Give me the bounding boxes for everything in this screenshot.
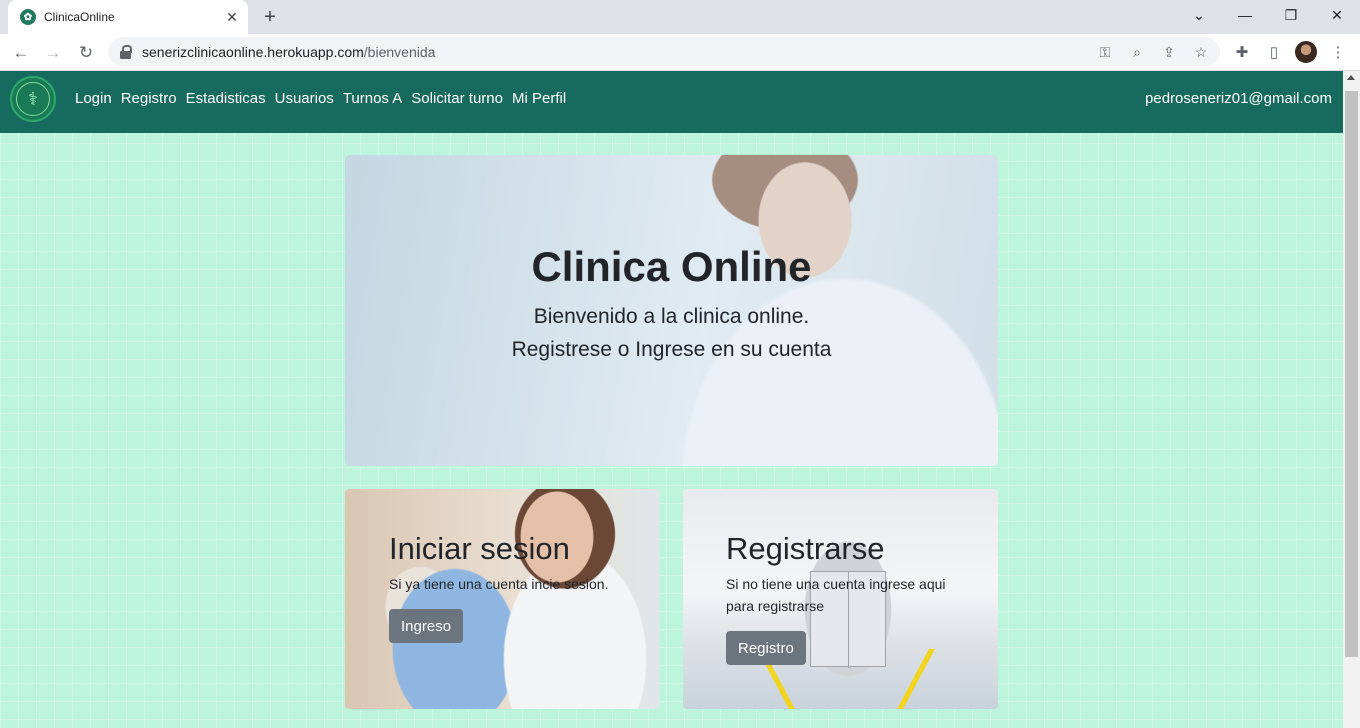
tab-search-icon[interactable]: ⌄	[1176, 0, 1222, 30]
zoom-icon[interactable]: ⌕	[1128, 43, 1146, 61]
share-icon[interactable]: ⇪	[1160, 43, 1178, 61]
vertical-scrollbar[interactable]	[1343, 71, 1360, 728]
lock-icon[interactable]	[120, 45, 132, 59]
close-window-icon[interactable]: ✕	[1314, 0, 1360, 30]
extensions-icon[interactable]: ✚	[1232, 42, 1252, 62]
login-card: Iniciar sesion Si ya tiene una cuenta in…	[345, 489, 660, 709]
new-tab-icon[interactable]: +	[258, 6, 282, 28]
clinic-logo[interactable]: ⚕	[10, 76, 56, 122]
register-card: Registrarse Si no tiene una cuenta ingre…	[683, 489, 998, 709]
address-bar[interactable]: senerizclinicaonline.herokuapp.com/bienv…	[108, 37, 1220, 67]
login-card-title: Iniciar sesion	[389, 531, 570, 566]
reload-icon[interactable]: ↻	[72, 39, 100, 67]
hero-banner: Clinica Online Bienvenido a la clinica o…	[345, 155, 998, 466]
tab-title: ClinicaOnline	[44, 10, 115, 24]
nav-links: Login Registro Estadisticas Usuarios Tur…	[75, 90, 575, 107]
side-panel-icon[interactable]: ▯	[1264, 42, 1284, 62]
nav-link-registro[interactable]: Registro	[121, 90, 177, 107]
login-card-text: Si ya tiene una cuenta incie sesion.	[389, 576, 609, 592]
restore-icon[interactable]: ❐	[1268, 0, 1314, 30]
scroll-thumb[interactable]	[1345, 91, 1358, 657]
nav-link-mi-perfil[interactable]: Mi Perfil	[512, 90, 566, 107]
hero-lead-line2: Registrese o Ingrese en su cuenta	[511, 338, 832, 361]
user-email[interactable]: pedroseneriz01@gmail.com	[1145, 90, 1332, 107]
floor-line	[897, 649, 935, 709]
nav-link-usuarios[interactable]: Usuarios	[275, 90, 334, 107]
profile-avatar[interactable]	[1295, 41, 1317, 63]
nav-link-login[interactable]: Login	[75, 90, 112, 107]
url-host: senerizclinicaonline.herokuapp.com	[142, 44, 364, 60]
back-icon[interactable]: ←	[7, 39, 35, 67]
hero-lead-line1: Bienvenido a la clinica online.	[533, 305, 810, 328]
nav-link-estadisticas[interactable]: Estadisticas	[186, 90, 266, 107]
register-card-title: Registrarse	[726, 531, 885, 566]
browser-toolbar: ← → ↻ senerizclinicaonline.herokuapp.com…	[0, 34, 1360, 71]
page: ⚕ Login Registro Estadisticas Usuarios T…	[0, 71, 1343, 728]
bookmark-star-icon[interactable]: ☆	[1192, 43, 1210, 61]
leaf-icon: ✿	[20, 9, 36, 25]
nav-link-turnos-a[interactable]: Turnos A	[343, 90, 402, 107]
navbar: ⚕ Login Registro Estadisticas Usuarios T…	[0, 71, 1343, 133]
hero-title: Clinica Online	[531, 243, 812, 290]
ingreso-button[interactable]: Ingreso	[389, 609, 464, 643]
url-path: /bienvenida	[363, 44, 436, 60]
caduceus-icon: ⚕	[16, 82, 50, 116]
registro-button[interactable]: Registro	[726, 631, 806, 665]
register-card-text: Si no tiene una cuenta ingrese aqui para…	[726, 576, 946, 614]
minimize-icon[interactable]: —	[1222, 0, 1268, 30]
scroll-up-icon[interactable]	[1347, 75, 1355, 80]
forward-icon[interactable]: →	[39, 39, 67, 67]
browser-tab[interactable]: ✿ ClinicaOnline ✕	[8, 0, 248, 34]
menu-icon[interactable]: ⋮	[1328, 42, 1348, 62]
key-icon[interactable]: ⚿	[1096, 43, 1114, 61]
close-tab-icon[interactable]: ✕	[222, 7, 242, 27]
nav-link-solicitar-turno[interactable]: Solicitar turno	[411, 90, 503, 107]
browser-tabstrip: ✿ ClinicaOnline ✕ + ⌄ — ❐ ✕	[0, 0, 1360, 34]
